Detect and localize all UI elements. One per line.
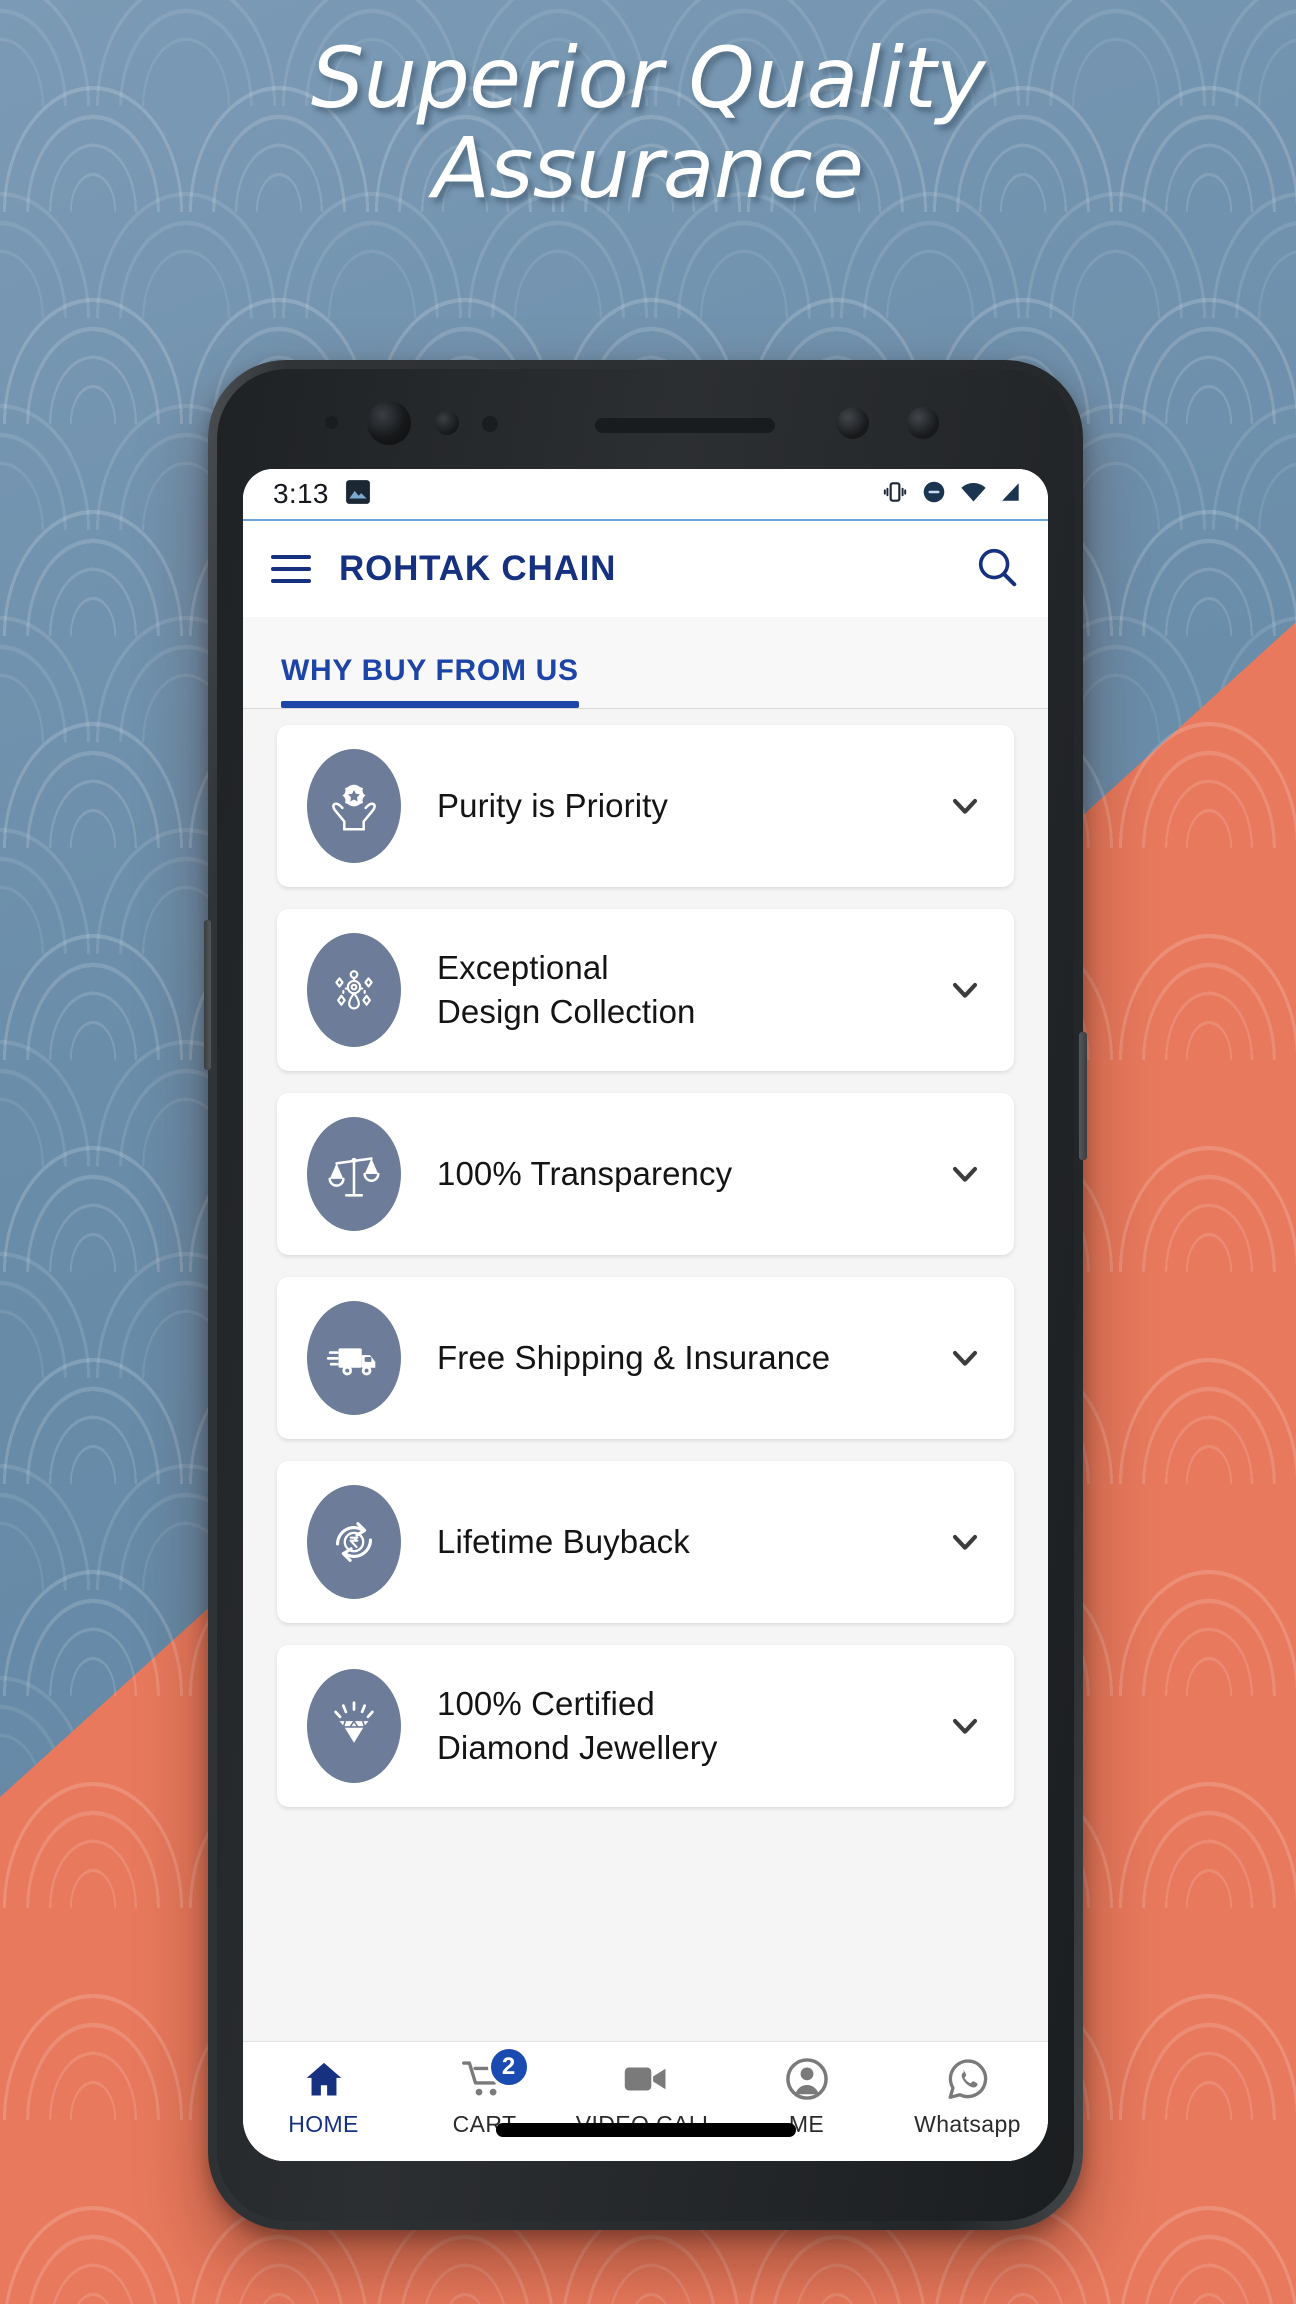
jewellery-design-icon xyxy=(307,933,401,1047)
front-camera-icon xyxy=(367,401,411,445)
wifi-icon xyxy=(960,481,987,508)
list-item[interactable]: 100% Transparency xyxy=(277,1093,1014,1255)
list-item-label: Free Shipping & Insurance xyxy=(437,1339,831,1377)
cart-badge: 2 xyxy=(487,2046,530,2088)
tab-bar: WHY BUY FROM US xyxy=(243,617,1048,709)
cart-icon: 2 xyxy=(461,2046,530,2102)
bottom-navigation: HOME 2 CART ME Whatsapp xyxy=(243,2041,1048,2161)
diamond-icon xyxy=(307,1669,401,1783)
list-item[interactable]: Free Shipping & Insurance xyxy=(277,1277,1014,1439)
balance-scale-icon xyxy=(307,1117,401,1231)
app-title: ROHTAK CHAIN xyxy=(339,549,617,588)
promo-headline: Superior Quality Assurance xyxy=(0,29,1296,217)
status-bar-right xyxy=(882,479,1022,510)
list-item[interactable]: Lifetime Buyback xyxy=(277,1461,1014,1623)
promo-headline-line1: Superior Quality xyxy=(310,29,986,127)
vibrate-icon xyxy=(882,479,908,510)
phone-mockup: 3:13 ROHTAK CHAIN WHY BUY FROM US Purity… xyxy=(204,360,1087,2230)
light-sensor-icon xyxy=(482,416,498,432)
do-not-disturb-icon xyxy=(921,479,947,510)
status-bar-left: 3:13 xyxy=(273,478,371,510)
tertiary-camera-icon xyxy=(907,407,939,439)
power-button[interactable] xyxy=(1079,1032,1087,1160)
hamburger-menu-icon[interactable] xyxy=(271,555,311,583)
list-item[interactable]: Purity is Priority xyxy=(277,725,1014,887)
volume-button[interactable] xyxy=(204,920,211,1070)
chevron-down-icon[interactable] xyxy=(942,1522,988,1562)
chevron-down-icon[interactable] xyxy=(942,1338,988,1378)
list-item[interactable]: Exceptional Design Collection xyxy=(277,909,1014,1071)
delivery-truck-icon xyxy=(307,1301,401,1415)
tab-label: WHY BUY FROM US xyxy=(281,654,579,687)
list-item[interactable]: 100% Certified Diamond Jewellery xyxy=(277,1645,1014,1807)
earpiece-speaker xyxy=(595,418,775,433)
home-indicator[interactable] xyxy=(495,2123,796,2137)
app-root: 3:13 ROHTAK CHAIN WHY BUY FROM US Purity… xyxy=(243,469,1048,2161)
phone-screen: 3:13 ROHTAK CHAIN WHY BUY FROM US Purity… xyxy=(243,469,1048,2161)
sensor-dot-icon xyxy=(325,416,338,429)
hands-purity-icon xyxy=(307,749,401,863)
nav-item-whatsapp[interactable]: Whatsapp xyxy=(887,2056,1048,2138)
status-time: 3:13 xyxy=(273,478,329,509)
secondary-camera-icon xyxy=(837,407,869,439)
nav-label: Whatsapp xyxy=(914,2111,1021,2137)
nav-label: HOME xyxy=(288,2111,359,2137)
app-bar: ROHTAK CHAIN xyxy=(243,521,1048,617)
home-icon xyxy=(302,2056,346,2102)
list-item-label: Lifetime Buyback xyxy=(437,1523,690,1561)
promo-headline-line2: Assurance xyxy=(432,118,864,217)
list-item-label: 100% Transparency xyxy=(437,1155,733,1193)
status-bar: 3:13 xyxy=(243,469,1048,521)
phone-bezel: 3:13 ROHTAK CHAIN WHY BUY FROM US Purity… xyxy=(217,369,1074,2221)
chevron-down-icon[interactable] xyxy=(942,1706,988,1746)
person-icon xyxy=(785,2056,829,2102)
list-item-label: Exceptional Design Collection xyxy=(437,949,696,1030)
chevron-down-icon[interactable] xyxy=(942,970,988,1010)
list-item-label: 100% Certified Diamond Jewellery xyxy=(437,1685,718,1766)
why-buy-list[interactable]: Purity is Priority Exceptional Design Co… xyxy=(243,709,1048,2041)
signal-icon xyxy=(1000,481,1022,508)
photo-icon xyxy=(345,479,371,510)
list-item-label: Purity is Priority xyxy=(437,787,668,825)
nav-item-home[interactable]: HOME xyxy=(243,2056,404,2138)
whatsapp-icon xyxy=(946,2056,990,2102)
tab-why-buy-from-us[interactable]: WHY BUY FROM US xyxy=(243,654,579,708)
proximity-sensor-icon xyxy=(435,411,459,435)
search-icon[interactable] xyxy=(974,544,1020,595)
chevron-down-icon[interactable] xyxy=(942,1154,988,1194)
rupee-refresh-icon xyxy=(307,1485,401,1599)
video-call-icon xyxy=(623,2056,669,2102)
chevron-down-icon[interactable] xyxy=(942,786,988,826)
